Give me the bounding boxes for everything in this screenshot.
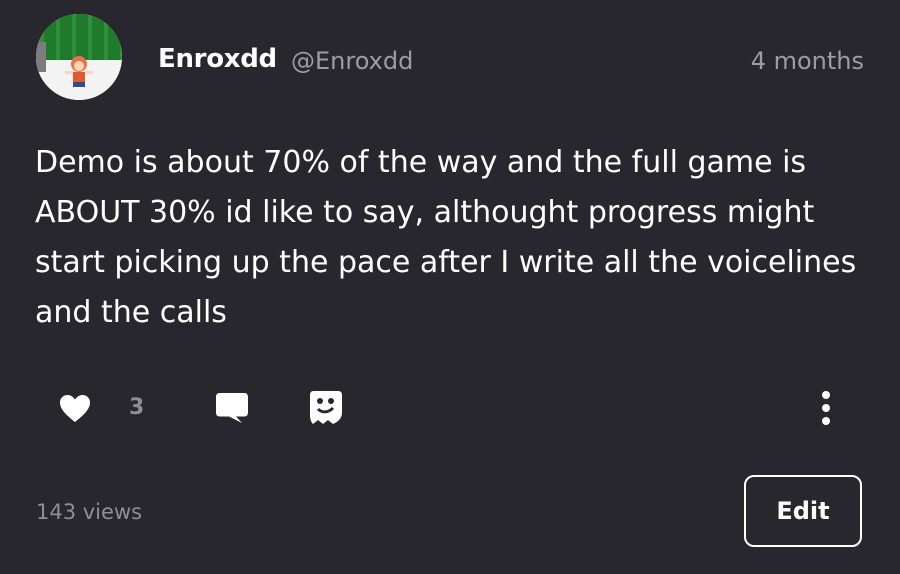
comment-bubble-icon[interactable] bbox=[214, 391, 250, 425]
avatar[interactable] bbox=[36, 14, 122, 100]
edit-button[interactable]: Edit bbox=[744, 475, 862, 547]
like-count: 3 bbox=[129, 395, 145, 420]
avatar-image bbox=[36, 14, 122, 100]
view-count: 143 views bbox=[36, 500, 143, 524]
post-body: Demo is about 70% of the way and the ful… bbox=[35, 145, 857, 330]
ghost-icon[interactable] bbox=[308, 389, 344, 427]
author-handle[interactable]: @Enroxdd bbox=[291, 47, 413, 75]
author-name[interactable]: Enroxdd bbox=[158, 44, 277, 74]
post-actions: 3 bbox=[0, 385, 900, 435]
heart-icon[interactable] bbox=[58, 393, 92, 423]
more-vertical-icon[interactable] bbox=[816, 389, 836, 429]
post-timestamp: 4 months bbox=[750, 47, 864, 75]
